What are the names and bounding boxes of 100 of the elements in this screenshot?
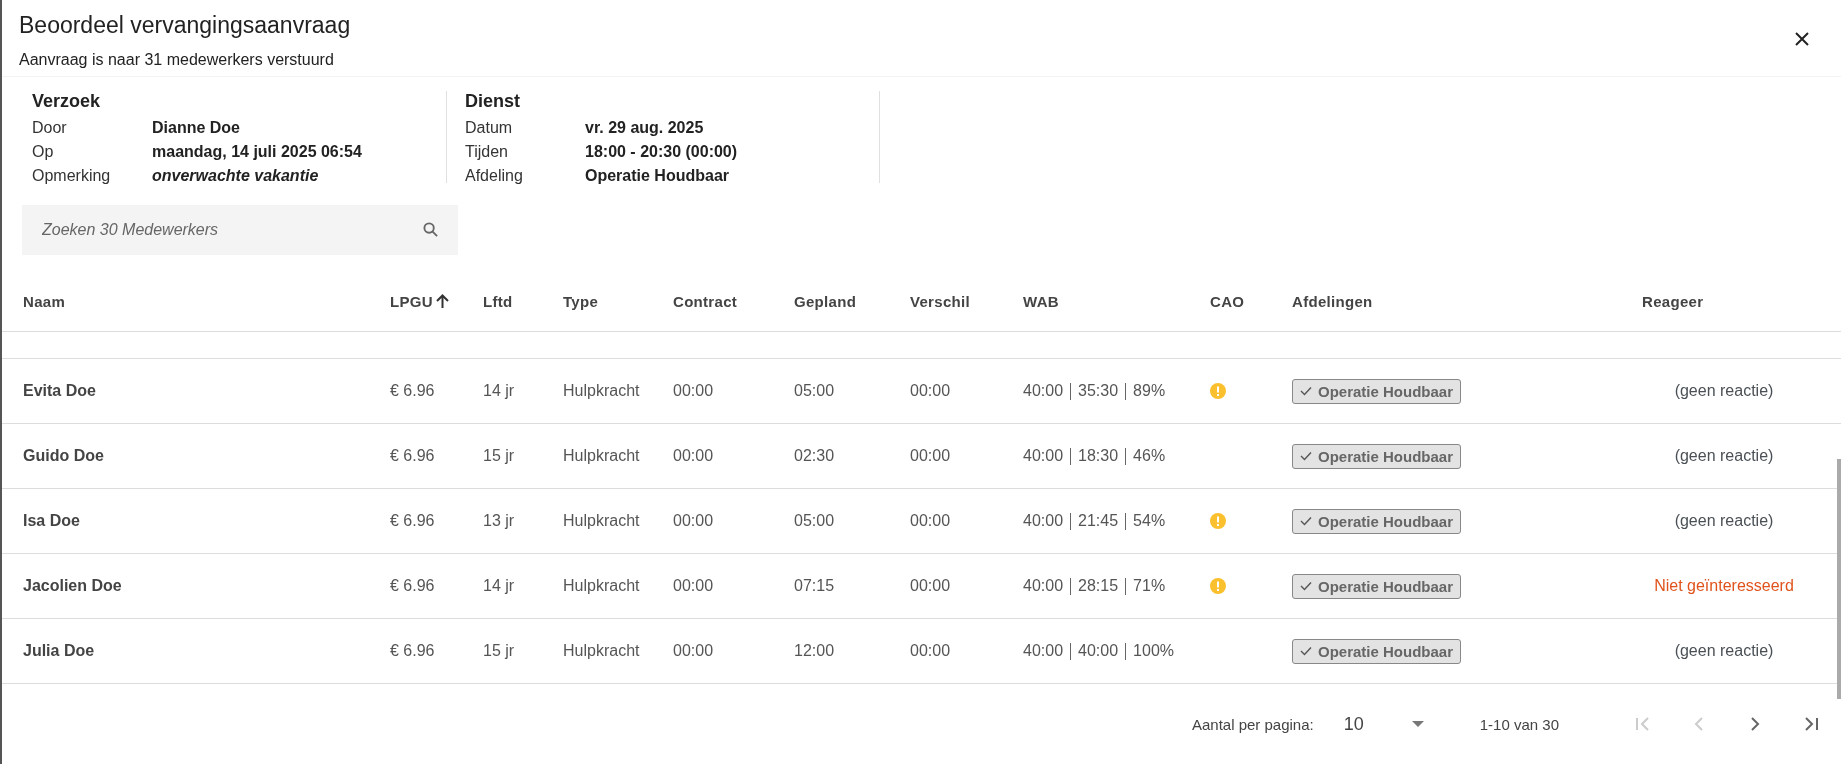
table-cell: 71%	[1133, 577, 1166, 595]
field-label: Opmerking	[32, 166, 112, 186]
caret-icon[interactable]	[1411, 720, 1424, 728]
response-status: (geen reactie)	[1674, 642, 1774, 660]
section-heading: Dienst	[465, 91, 521, 112]
table-cell: 00:00	[673, 577, 714, 595]
field-label: Door	[32, 118, 68, 138]
field-value: onverwachte vakantie	[152, 166, 319, 186]
page-size-select[interactable]: 10	[1343, 713, 1424, 735]
table-cell: 00:00	[673, 642, 714, 660]
table-cell: 100%	[1133, 642, 1174, 660]
table-cell: 00:00	[910, 512, 951, 530]
department-tag[interactable]: Operatie Houdbaar	[1292, 443, 1462, 469]
last-page-icon[interactable]	[1803, 716, 1819, 732]
table-cell: 15 jr	[483, 447, 515, 465]
field-value: vr. 29 aug. 2025	[585, 118, 704, 138]
column-header[interactable]: Verschil	[910, 292, 970, 310]
column-header[interactable]: Afdelingen	[1292, 292, 1373, 310]
table-cell: € 6.96	[390, 447, 435, 465]
table-cell: Hulpkracht	[563, 577, 640, 595]
table-cell: 40:00	[1078, 642, 1119, 660]
table-cell: 15 jr	[483, 642, 515, 660]
table-cell: 05:00	[794, 382, 835, 400]
table-cell: 13 jr	[483, 512, 515, 530]
table-cell: 00:00	[673, 512, 714, 530]
search-icon[interactable]	[423, 222, 438, 237]
table-cell: Hulpkracht	[563, 382, 640, 400]
table-cell: 40:00	[1023, 577, 1064, 595]
table-cell: 00:00	[910, 447, 951, 465]
field-value: Dianne Doe	[152, 118, 240, 138]
table-cell: 00:00	[910, 642, 951, 660]
dialog-title: Beoordeel vervangingsaanvraag	[19, 12, 351, 39]
table-cell: 02:30	[794, 447, 835, 465]
response-status: (geen reactie)	[1674, 447, 1774, 465]
dialog-subtitle: Aanvraag is naar 31 medewerkers verstuurd	[19, 51, 335, 69]
page-size-label: Aantal per pagina:	[1191, 715, 1314, 733]
table-cell: 40:00	[1023, 642, 1064, 660]
close-icon[interactable]	[1795, 32, 1809, 46]
sort-arrow-icon[interactable]	[435, 293, 449, 309]
table-cell: 00:00	[910, 577, 951, 595]
field-value: maandag, 14 juli 2025 06:54	[152, 142, 362, 162]
response-status: Niet geïnteresseerd	[1654, 577, 1794, 595]
table-cell: 21:45	[1078, 512, 1119, 530]
column-header[interactable]: Reageer	[1642, 292, 1704, 310]
column-header[interactable]: WAB	[1023, 292, 1059, 310]
table-cell: Hulpkracht	[563, 642, 640, 660]
table-cell: 14 jr	[483, 577, 515, 595]
table-cell: € 6.96	[390, 512, 435, 530]
section-heading: Verzoek	[32, 91, 102, 112]
table-cell: 18:30	[1078, 447, 1119, 465]
table-cell: 54%	[1133, 512, 1166, 530]
table-cell: 40:00	[1023, 447, 1064, 465]
table-cell: 28:15	[1078, 577, 1119, 595]
table-cell: 00:00	[673, 382, 714, 400]
column-header[interactable]: LPGU	[390, 292, 433, 310]
field-label: Datum	[465, 118, 514, 138]
page-range: 1-10 van 30	[1479, 715, 1559, 733]
department-tag[interactable]: Operatie Houdbaar	[1292, 378, 1462, 404]
table-cell: 40:00	[1023, 382, 1064, 400]
department-tag[interactable]: Operatie Houdbaar	[1292, 573, 1462, 599]
column-header[interactable]: Type	[563, 292, 599, 310]
check-icon	[1300, 386, 1312, 396]
column-header[interactable]: CAO	[1210, 292, 1245, 310]
employee-name: Guido Doe	[23, 447, 104, 465]
table-cell: Hulpkracht	[563, 447, 640, 465]
column-header[interactable]: Naam	[23, 292, 66, 310]
table-cell: 07:15	[794, 577, 835, 595]
employee-name: Julia Doe	[23, 642, 95, 660]
table-cell: 46%	[1133, 447, 1166, 465]
table-cell: € 6.96	[390, 642, 435, 660]
field-label: Op	[32, 142, 55, 162]
employee-name: Evita Doe	[23, 382, 96, 400]
check-icon	[1300, 581, 1312, 591]
table-cell: 00:00	[910, 382, 951, 400]
employee-name: Isa Doe	[23, 512, 80, 530]
table-cell: 35:30	[1078, 382, 1119, 400]
response-status: (geen reactie)	[1674, 382, 1774, 400]
table-cell: 89%	[1133, 382, 1166, 400]
table-cell: € 6.96	[390, 577, 435, 595]
column-header[interactable]: Contract	[673, 292, 738, 310]
table-cell: 14 jr	[483, 382, 515, 400]
response-status: (geen reactie)	[1674, 512, 1774, 530]
table-cell: 00:00	[673, 447, 714, 465]
check-icon	[1300, 451, 1312, 461]
department-tag[interactable]: Operatie Houdbaar	[1292, 638, 1462, 664]
department-tag[interactable]: Operatie Houdbaar	[1292, 508, 1462, 534]
field-label: Tijden	[465, 142, 509, 162]
column-header[interactable]: Lftd	[483, 292, 513, 310]
table-cell: Hulpkracht	[563, 512, 640, 530]
check-icon	[1300, 516, 1312, 526]
table-cell: 12:00	[794, 642, 835, 660]
field-value: Operatie Houdbaar	[585, 166, 730, 186]
column-header[interactable]: Gepland	[794, 292, 857, 310]
search-field[interactable]: Zoeken 30 Medewerkers	[22, 205, 458, 255]
employee-name: Jacolien Doe	[23, 577, 122, 595]
table-cell: 05:00	[794, 512, 835, 530]
table-cell: 40:00	[1023, 512, 1064, 530]
field-label: Afdeling	[465, 166, 524, 186]
field-value: 18:00 - 20:30 (00:00)	[585, 142, 738, 162]
table-cell: € 6.96	[390, 382, 435, 400]
